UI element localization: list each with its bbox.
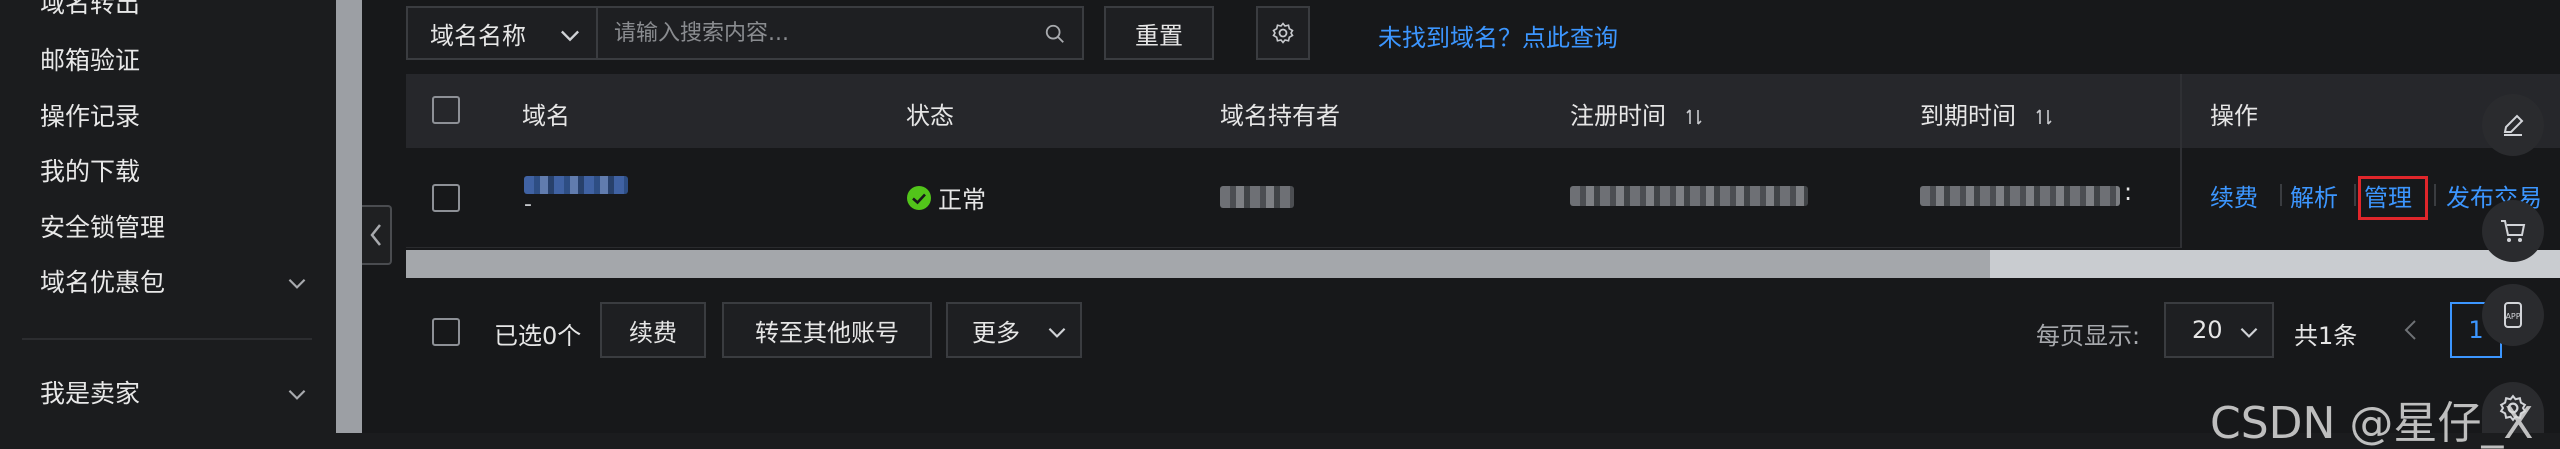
sidebar-item-my-downloads[interactable]: 我的下载 — [40, 148, 310, 196]
search-field[interactable] — [596, 6, 1084, 60]
sidebar-scrollbar[interactable] — [336, 0, 362, 433]
csdn-watermark: CSDN @星仔_X — [2210, 398, 2534, 449]
more-label: 更多 — [972, 318, 1020, 347]
table-horizontal-scrollbar[interactable] — [406, 250, 2560, 278]
sidebar-item-seller[interactable]: 我是卖家 — [40, 370, 310, 418]
transfer-account-button[interactable]: 转至其他账号 — [722, 302, 932, 358]
cart-tool-button[interactable] — [2482, 200, 2544, 262]
status-cell: 正常 — [906, 180, 986, 215]
chevron-down-icon — [288, 278, 306, 289]
edit-tool-button[interactable] — [2482, 94, 2544, 156]
chevron-down-icon — [288, 389, 306, 400]
expire-time-redacted — [1920, 186, 2120, 206]
collapse-sidebar-button[interactable] — [362, 205, 392, 265]
select-all-checkbox[interactable] — [432, 96, 460, 124]
holder-redacted — [1220, 186, 1294, 208]
filter-field-select[interactable]: 域名名称 — [406, 6, 596, 60]
reg-time-label: 注册时间 — [1570, 102, 1666, 130]
expire-time-tail: : — [2124, 178, 2133, 206]
row-checkbox[interactable] — [432, 184, 460, 212]
chevron-left-icon[interactable] — [2400, 318, 2422, 342]
sidebar-item-label: 我是卖家 — [40, 379, 141, 408]
sidebar-item-label: 安全锁管理 — [40, 213, 166, 242]
expire-time-label: 到期时间 — [1920, 102, 2016, 130]
column-header-actions: 操作 — [2210, 102, 2258, 130]
page-size-value: 20 — [2192, 316, 2223, 344]
search-icon[interactable] — [1044, 23, 1066, 45]
chevron-left-icon — [370, 224, 381, 246]
sort-icon[interactable] — [2034, 107, 2054, 127]
sidebar-divider — [22, 338, 312, 340]
sidebar-item-label: 操作记录 — [40, 102, 141, 131]
domain-sub-text: - — [524, 192, 532, 217]
column-header-holder: 域名持有者 — [1220, 102, 1340, 130]
chevron-down-icon — [561, 30, 579, 42]
column-header-status: 状态 — [906, 102, 954, 130]
chevron-down-icon — [2240, 327, 2258, 338]
app-icon: APP — [2504, 302, 2522, 328]
more-dropdown[interactable]: 更多 — [946, 302, 1082, 358]
search-input[interactable] — [612, 19, 1032, 47]
manage-highlight-box — [2358, 176, 2428, 220]
total-count: 共1条 — [2294, 322, 2358, 350]
page-size-label: 每页显示: — [2036, 322, 2141, 350]
selected-count: 已选0个 — [494, 322, 582, 350]
app-tool-button[interactable]: APP — [2482, 284, 2544, 346]
sidebar-item-label: 我的下载 — [40, 157, 141, 186]
column-header-domain: 域名 — [522, 102, 570, 130]
sidebar-item-label: 域名优惠包 — [40, 268, 166, 297]
action-separator — [2280, 184, 2282, 206]
footer-select-all-checkbox[interactable] — [432, 318, 460, 346]
table-footer: 已选0个 续费 转至其他账号 更多 每页显示: 20 共1条 1 — [406, 302, 2560, 360]
status-text: 正常 — [938, 186, 986, 214]
check-circle-icon — [907, 185, 931, 210]
filter-field-value: 域名名称 — [430, 21, 526, 50]
batch-renew-button[interactable]: 续费 — [600, 302, 706, 358]
chevron-down-icon — [1048, 327, 1066, 338]
table-settings-button[interactable] — [1256, 6, 1310, 60]
resolve-link[interactable]: 解析 — [2290, 178, 2338, 213]
gear-icon — [1272, 22, 1294, 44]
sidebar: 域名转出 邮箱验证 操作记录 我的下载 安全锁管理 域名优惠包 我是卖家 — [0, 0, 336, 433]
svg-text:APP: APP — [2505, 312, 2520, 321]
cart-icon — [2501, 220, 2526, 242]
action-separator — [2434, 184, 2436, 206]
domain-name-redacted[interactable] — [524, 176, 628, 194]
edit-icon — [2503, 114, 2524, 136]
sidebar-item-domain-bundle[interactable]: 域名优惠包 — [40, 259, 310, 307]
column-header-expire-time[interactable]: 到期时间 — [1920, 96, 2054, 131]
column-header-reg-time[interactable]: 注册时间 — [1570, 96, 1704, 131]
action-separator — [2354, 184, 2356, 206]
sidebar-item-domain-transfer-out[interactable]: 域名转出 — [40, 0, 310, 28]
reset-button-label: 重置 — [1135, 21, 1183, 50]
sidebar-item-label: 邮箱验证 — [40, 46, 141, 75]
renew-link[interactable]: 续费 — [2210, 178, 2258, 213]
sidebar-item-security-lock[interactable]: 安全锁管理 — [40, 204, 310, 252]
domain-not-found-link[interactable]: 未找到域名？点此查询 — [1378, 18, 1618, 53]
batch-renew-label: 续费 — [629, 318, 677, 347]
reset-button[interactable]: 重置 — [1104, 6, 1214, 60]
reg-time-redacted — [1570, 186, 1808, 206]
sidebar-item-label: 域名转出 — [40, 0, 141, 18]
scrollbar-thumb[interactable] — [406, 250, 1990, 278]
sort-icon[interactable] — [1684, 107, 1704, 127]
main-content: 域名名称 重置 未找到域名？点此查询 域名 状态 域名持有者 注册时间 — [362, 0, 2560, 433]
page-size-select[interactable]: 20 — [2164, 302, 2274, 358]
sidebar-item-email-verify[interactable]: 邮箱验证 — [40, 37, 310, 85]
transfer-account-label: 转至其他账号 — [755, 318, 899, 347]
sidebar-item-operation-log[interactable]: 操作记录 — [40, 93, 310, 141]
